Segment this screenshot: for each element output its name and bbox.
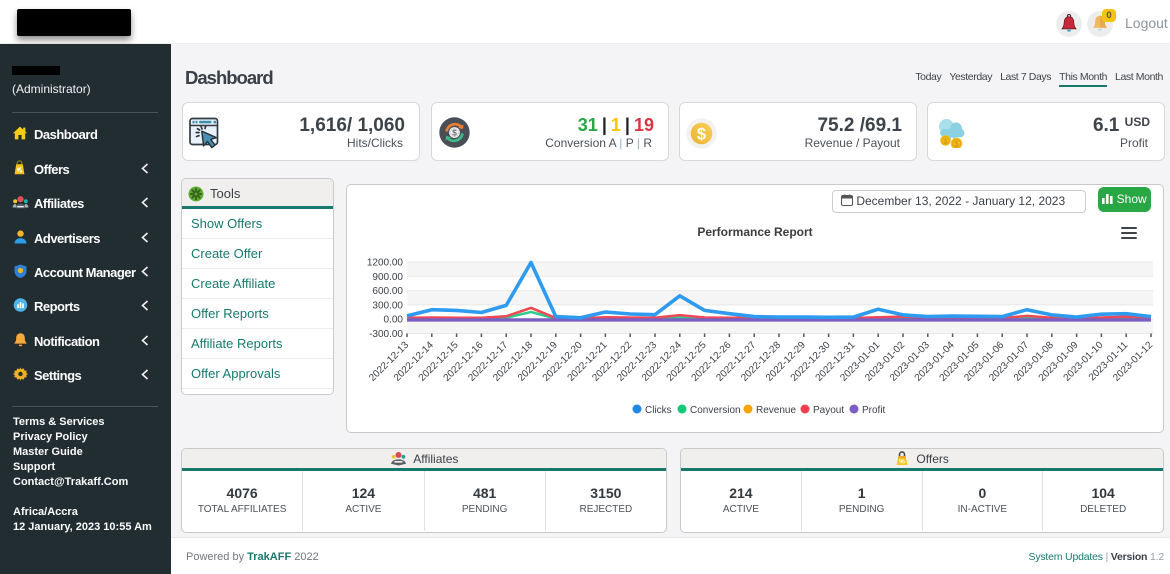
svg-text:300.00: 300.00: [372, 300, 403, 311]
svg-text:600.00: 600.00: [372, 286, 403, 297]
svg-text:900.00: 900.00: [372, 272, 403, 283]
svg-text:0.00: 0.00: [384, 315, 404, 326]
svg-text:Payout: Payout: [813, 405, 844, 416]
svg-text:$: $: [954, 140, 959, 148]
svg-text:Profit: Profit: [862, 405, 886, 416]
svg-text:%: %: [899, 458, 905, 465]
svg-text:$: $: [697, 126, 706, 144]
svg-text:-300.00: -300.00: [369, 329, 403, 340]
svg-text:1200.00: 1200.00: [367, 258, 404, 269]
svg-text:Revenue: Revenue: [756, 405, 796, 416]
svg-text:Clicks: Clicks: [645, 405, 672, 416]
svg-text:Conversion: Conversion: [690, 405, 741, 416]
svg-text:$: $: [452, 128, 457, 138]
